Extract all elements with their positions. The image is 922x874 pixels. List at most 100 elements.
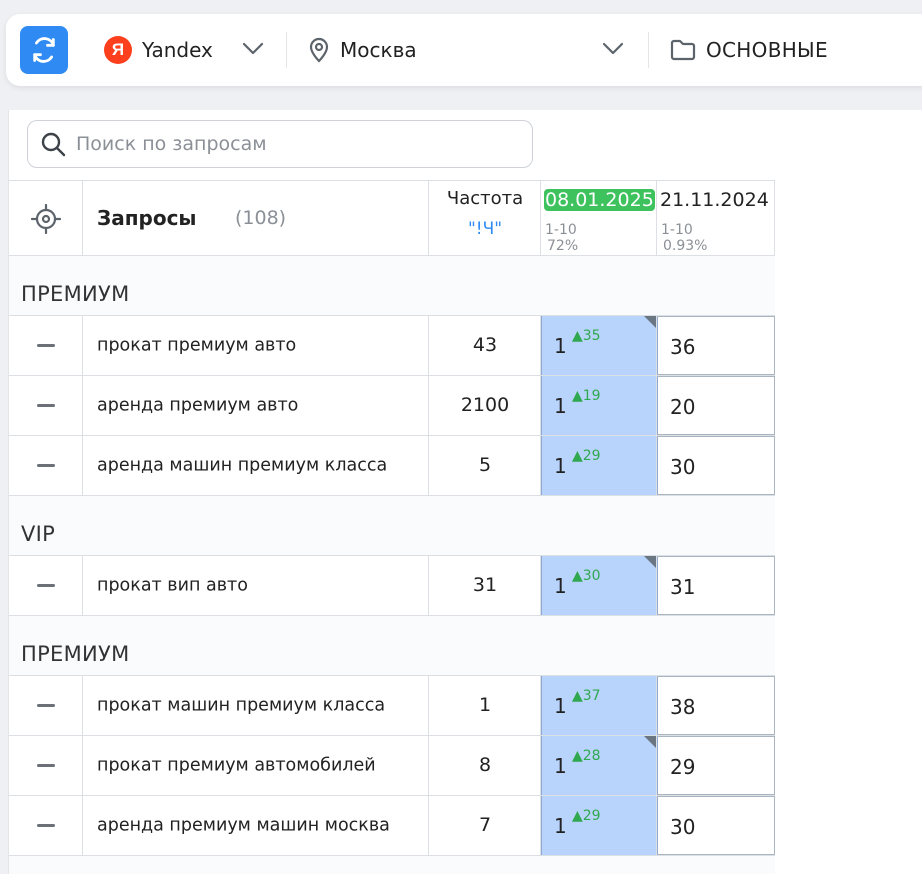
search-box xyxy=(27,120,533,168)
minus-icon xyxy=(36,764,55,767)
query-cell[interactable]: прокат вип авто xyxy=(83,556,429,615)
date-range: 1-10 xyxy=(545,222,577,238)
minus-icon xyxy=(36,344,55,347)
position-cell-current[interactable]: 1 ▲30 xyxy=(541,556,657,615)
date-column-header[interactable]: 21.11.2024 1-10 0.93% xyxy=(657,181,775,256)
row-toggle[interactable] xyxy=(9,556,83,615)
group-label: VIP xyxy=(21,522,56,546)
previous-position-value: 36 xyxy=(670,335,696,359)
position-cell-current[interactable]: 1 ▲35 xyxy=(541,316,657,375)
location-pin-icon xyxy=(309,37,329,63)
position-change: ▲37 xyxy=(572,688,601,704)
frequency-value: 43 xyxy=(472,334,498,356)
date-label-active: 08.01.2025 xyxy=(544,189,655,211)
folder-select[interactable]: ОСНОВНЫЕ xyxy=(670,36,828,64)
minus-icon xyxy=(36,824,55,827)
frequency-cell: 31 xyxy=(429,556,541,615)
group-header[interactable]: VIP xyxy=(9,496,775,556)
position-change: ▲29 xyxy=(572,808,601,824)
row-toggle[interactable] xyxy=(9,316,83,375)
query-cell[interactable]: прокат премиум автомобилей xyxy=(83,736,429,795)
query-cell[interactable]: аренда премиум машин москва xyxy=(83,796,429,855)
position-value: 1 xyxy=(554,574,567,598)
table-row[interactable]: аренда премиум авто 2100 1 ▲19 20 xyxy=(9,376,775,436)
table-row[interactable]: прокат премиум автомобилей 8 1 ▲28 29 xyxy=(9,736,775,796)
queries-column-header[interactable]: Запросы (108) xyxy=(83,181,429,256)
minus-icon xyxy=(36,404,55,407)
date-range: 1-10 xyxy=(661,222,693,238)
row-toggle[interactable] xyxy=(9,436,83,495)
position-value: 1 xyxy=(554,454,567,478)
table-header: Запросы (108) Частота "!Ч" 08.01.2025 1-… xyxy=(9,180,775,256)
query-text: аренда премиум машин москва xyxy=(97,815,390,835)
previous-position-value: 30 xyxy=(670,815,696,839)
frequency-cell: 5 xyxy=(429,436,541,495)
frequency-value: 1 xyxy=(478,694,492,716)
position-cell-previous[interactable]: 29 xyxy=(657,736,775,795)
region-select[interactable]: Москва xyxy=(308,36,417,64)
position-cell-previous[interactable]: 30 xyxy=(657,796,775,855)
search-input[interactable] xyxy=(76,133,496,155)
position-cell-current[interactable]: 1 ▲37 xyxy=(541,676,657,735)
table-row[interactable]: прокат вип авто 31 1 ▲30 31 xyxy=(9,556,775,616)
queries-count: (108) xyxy=(235,207,287,229)
query-text: аренда премиум авто xyxy=(97,395,299,415)
folder-label: ОСНОВНЫЕ xyxy=(706,38,828,62)
position-change: ▲29 xyxy=(572,448,601,464)
query-cell[interactable]: прокат премиум авто xyxy=(83,316,429,375)
position-cell-current[interactable]: 1 ▲29 xyxy=(541,436,657,495)
top-toolbar: Я Yandex Москва ОСНОВНЫЕ xyxy=(6,14,922,86)
position-cell-previous[interactable]: 36 xyxy=(657,316,775,375)
date-column-header[interactable]: 08.01.2025 1-10 72% xyxy=(541,181,657,256)
group-header[interactable]: ПРЕМИУМ xyxy=(9,616,775,676)
position-cell-current[interactable]: 1 ▲28 xyxy=(541,736,657,795)
frequency-cell: 8 xyxy=(429,736,541,795)
previous-position-value: 38 xyxy=(670,695,696,719)
position-cell-previous[interactable]: 20 xyxy=(657,376,775,435)
query-text: прокат премиум авто xyxy=(97,335,297,355)
query-text: прокат машин премиум класса xyxy=(97,695,386,715)
query-cell[interactable]: прокат машин премиум класса xyxy=(83,676,429,735)
table-row[interactable]: прокат премиум авто 43 1 ▲35 36 xyxy=(9,316,775,376)
previous-position-value: 31 xyxy=(670,575,696,599)
position-value: 1 xyxy=(554,754,567,778)
toolbar-divider xyxy=(286,32,287,68)
table-body: ПРЕМИУМ прокат премиум авто 43 1 ▲35 36 аренда… xyxy=(9,256,775,856)
position-cell-previous[interactable]: 30 xyxy=(657,436,775,495)
row-toggle[interactable] xyxy=(9,676,83,735)
frequency-column-header[interactable]: Частота "!Ч" xyxy=(429,181,541,256)
corner-flag-icon xyxy=(644,736,656,748)
region-label: Москва xyxy=(340,38,417,62)
group-header[interactable]: ПРЕМИУМ xyxy=(9,256,775,316)
frequency-mode-link[interactable]: "!Ч" xyxy=(429,219,541,239)
position-cell-current[interactable]: 1 ▲19 xyxy=(541,376,657,435)
row-toggle[interactable] xyxy=(9,376,83,435)
chevron-down-icon[interactable] xyxy=(242,42,264,56)
query-cell[interactable]: аренда машин премиум класса xyxy=(83,436,429,495)
position-value: 1 xyxy=(554,394,567,418)
query-cell[interactable]: аренда премиум авто xyxy=(83,376,429,435)
target-column-header[interactable] xyxy=(9,181,83,256)
queries-panel: Запросы (108) Частота "!Ч" 08.01.2025 1-… xyxy=(8,110,922,874)
folder-icon xyxy=(670,39,696,61)
row-toggle[interactable] xyxy=(9,736,83,795)
queries-table: Запросы (108) Частота "!Ч" 08.01.2025 1-… xyxy=(9,180,775,874)
group-label: ПРЕМИУМ xyxy=(21,282,130,306)
corner-flag-icon xyxy=(644,316,656,328)
frequency-value: 8 xyxy=(478,754,492,776)
query-text: прокат премиум автомобилей xyxy=(97,755,376,775)
search-engine-select[interactable]: Я Yandex xyxy=(104,36,213,64)
row-toggle[interactable] xyxy=(9,796,83,855)
position-cell-current[interactable]: 1 ▲29 xyxy=(541,796,657,855)
queries-title: Запросы xyxy=(97,206,197,230)
chevron-down-icon[interactable] xyxy=(602,42,624,56)
table-row[interactable]: прокат машин премиум класса 1 1 ▲37 38 xyxy=(9,676,775,736)
minus-icon xyxy=(36,704,55,707)
table-row[interactable]: аренда премиум машин москва 7 1 ▲29 30 xyxy=(9,796,775,856)
position-cell-previous[interactable]: 31 xyxy=(657,556,775,615)
refresh-button[interactable] xyxy=(20,26,68,74)
frequency-cell: 7 xyxy=(429,796,541,855)
position-change: ▲35 xyxy=(572,328,601,344)
table-row[interactable]: аренда машин премиум класса 5 1 ▲29 30 xyxy=(9,436,775,496)
position-cell-previous[interactable]: 38 xyxy=(657,676,775,735)
